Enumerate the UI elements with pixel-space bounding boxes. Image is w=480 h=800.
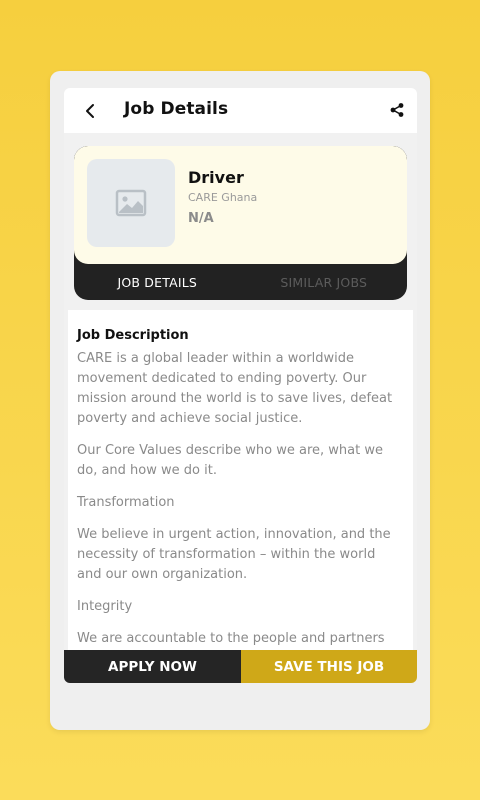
- description-paragraph: Integrity: [77, 599, 133, 614]
- app-bar: Job Details: [64, 88, 417, 133]
- page-title: Job Details: [124, 99, 229, 119]
- tab-bar: JOB DETAILS SIMILAR JOBS: [74, 264, 407, 300]
- device-frame: Job Details Driver CARE Ghana N/A JOB DE…: [50, 71, 430, 730]
- arrow-left-icon: [86, 104, 94, 118]
- company-name: CARE Ghana: [188, 191, 258, 204]
- action-bar: APPLY NOW SAVE THIS JOB: [64, 650, 417, 683]
- description-paragraph: Our Core Values describe who we are, wha…: [77, 443, 383, 478]
- description-paragraph: CARE is a global leader within a worldwi…: [77, 351, 393, 426]
- description-paragraph: We believe in urgent action, innovation,…: [77, 527, 391, 582]
- save-job-button[interactable]: SAVE THIS JOB: [241, 650, 417, 683]
- job-summary-card: Driver CARE Ghana N/A JOB DETAILS SIMILA…: [74, 146, 407, 300]
- tab-job-details[interactable]: JOB DETAILS: [74, 264, 241, 300]
- description-paragraph: Transformation: [77, 495, 175, 510]
- app-screen: Job Details Driver CARE Ghana N/A JOB DE…: [64, 88, 417, 683]
- salary: N/A: [188, 211, 214, 226]
- tab-similar-jobs[interactable]: SIMILAR JOBS: [241, 264, 408, 300]
- apply-now-button[interactable]: APPLY NOW: [64, 650, 241, 683]
- job-title: Driver: [188, 168, 244, 187]
- image-placeholder-icon: [115, 189, 147, 217]
- description-heading: Job Description: [77, 328, 189, 343]
- company-logo: [87, 159, 175, 247]
- job-description: Job Description CARE is a global leader …: [64, 310, 417, 650]
- description-paragraph: We are accountable to the people and par…: [77, 631, 385, 646]
- back-button[interactable]: [78, 99, 102, 123]
- job-info: Driver CARE Ghana N/A: [74, 146, 407, 264]
- share-button[interactable]: [387, 100, 407, 120]
- share-icon: [390, 103, 404, 117]
